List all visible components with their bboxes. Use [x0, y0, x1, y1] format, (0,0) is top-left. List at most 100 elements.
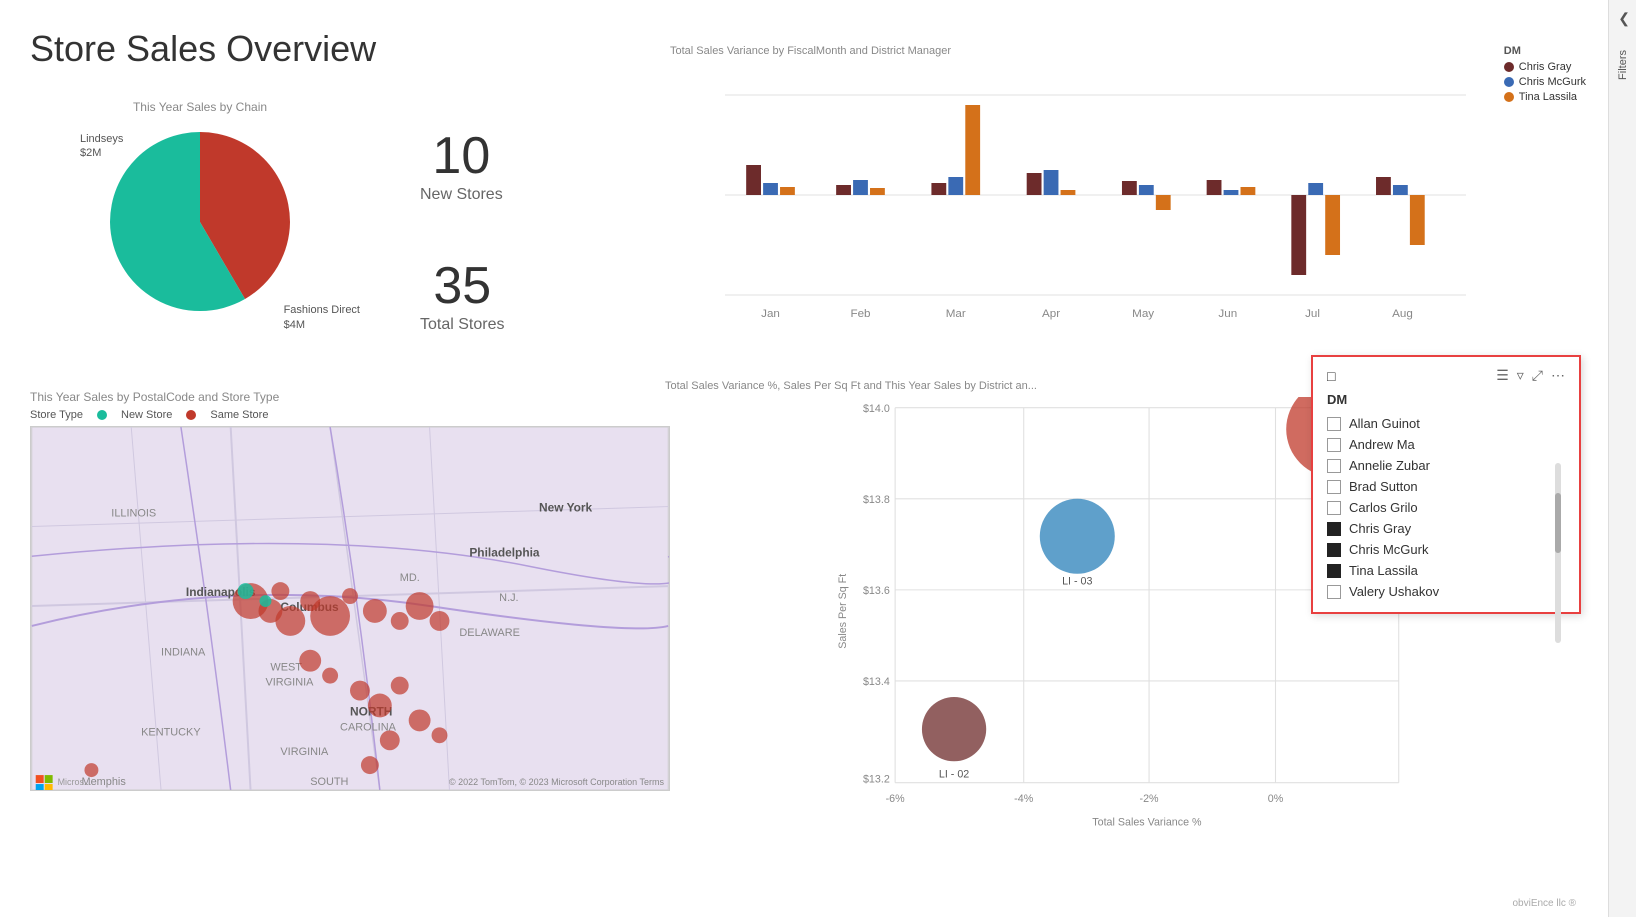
checkbox-chrismcgurk[interactable] [1327, 543, 1341, 557]
svg-text:Total Sales Variance %: Total Sales Variance % [1092, 817, 1202, 829]
svg-text:Jan: Jan [761, 308, 780, 320]
checkbox-valeryushakov[interactable] [1327, 585, 1341, 599]
filter-scrollbar-thumb[interactable] [1555, 493, 1561, 553]
pie-chart[interactable]: Lindseys $2M Fashions Direct $4M [90, 122, 310, 342]
svg-text:ILLINOIS: ILLINOIS [111, 508, 156, 520]
svg-text:Apr: Apr [1042, 308, 1060, 320]
filters-panel: ❮ Filters [1608, 0, 1636, 917]
pie-label-lindseys: Lindseys $2M [80, 132, 123, 161]
svg-text:Feb: Feb [850, 308, 870, 320]
same-store-dot [186, 410, 196, 420]
stores-new-section: 10 New Stores [420, 130, 503, 204]
checkbox-allanguinot[interactable] [1327, 417, 1341, 431]
svg-text:-2%: -2% [1140, 793, 1160, 805]
svg-text:LI - 03: LI - 03 [1062, 576, 1092, 588]
map-section: This Year Sales by PostalCode and Store … [30, 390, 670, 800]
filters-collapse-arrow[interactable]: ❮ [1618, 10, 1630, 27]
filter-popup-list: Allan Guinot Andrew Ma Annelie Zubar Bra… [1327, 413, 1565, 602]
attribution: obviEnce llc ® [1512, 898, 1576, 909]
filter-item-valeryushakov[interactable]: Valery Ushakov [1327, 581, 1565, 602]
svg-text:N.J.: N.J. [499, 592, 518, 604]
filter-scrollbar[interactable] [1555, 463, 1561, 643]
svg-text:-4%: -4% [1014, 793, 1034, 805]
svg-text:VIRGINIA: VIRGINIA [280, 746, 329, 758]
svg-text:$14.0: $14.0 [863, 403, 890, 415]
bar-chart-svg: $0.2M $0.0M ($0.2M) [725, 65, 1466, 325]
filter-label-tinalassila: Tina Lassila [1349, 563, 1418, 578]
filter-item-chrismcgurk[interactable]: Chris McGurk [1327, 539, 1565, 560]
filter-label-valeryushakov: Valery Ushakov [1349, 584, 1439, 599]
filter-popup-actions: ☰ ▿ ⤢ ⋯ [1496, 367, 1565, 384]
svg-text:0%: 0% [1268, 793, 1284, 805]
checkbox-tinalassila[interactable] [1327, 564, 1341, 578]
bar-chart-section: Total Sales Variance by FiscalMonth and … [670, 45, 1586, 355]
filter-more-icon[interactable]: ⋯ [1551, 367, 1565, 384]
same-store-label: Same Store [210, 409, 268, 421]
checkbox-chrisgray[interactable] [1327, 522, 1341, 536]
filter-popup-expand-icon[interactable]: □ [1327, 368, 1335, 384]
svg-text:Sales Per Sq Ft: Sales Per Sq Ft [837, 574, 849, 649]
bar-chart-title: Total Sales Variance by FiscalMonth and … [670, 45, 1586, 57]
new-stores-count: 10 [420, 130, 503, 182]
store-type-label: Store Type [30, 409, 83, 421]
checkbox-anneliezubar[interactable] [1327, 459, 1341, 473]
svg-text:Jul: Jul [1305, 308, 1320, 320]
filter-popup-header: □ ☰ ▿ ⤢ ⋯ [1327, 367, 1565, 384]
map-svg: ILLINOIS Indianapolis INDIANA Columbus W… [31, 427, 669, 790]
filter-item-andrewma[interactable]: Andrew Ma [1327, 434, 1565, 455]
filter-label-chrisgray: Chris Gray [1349, 521, 1411, 536]
bar-chart-area[interactable]: $0.2M $0.0M ($0.2M) [670, 65, 1586, 325]
filter-menu-icon[interactable]: ☰ [1496, 367, 1509, 384]
svg-text:MD.: MD. [400, 572, 420, 584]
filter-label-chrismcgurk: Chris McGurk [1349, 542, 1428, 557]
map-attribution: © 2022 TomTom, © 2023 Microsoft Corporat… [449, 777, 664, 787]
filter-label-allanguinot: Allan Guinot [1349, 416, 1420, 431]
filter-item-tinalassila[interactable]: Tina Lassila [1327, 560, 1565, 581]
filter-popup-title: DM [1327, 392, 1565, 407]
filter-label-andrewma: Andrew Ma [1349, 437, 1415, 452]
svg-text:Philadelphia: Philadelphia [469, 545, 540, 559]
svg-text:Aug: Aug [1392, 308, 1413, 320]
filter-item-bradsutton[interactable]: Brad Sutton [1327, 476, 1565, 497]
svg-text:SOUTH: SOUTH [310, 776, 348, 788]
total-stores-count: 35 [420, 260, 504, 312]
svg-text:Jun: Jun [1218, 308, 1237, 320]
total-stores-label: Total Stores [420, 316, 504, 334]
checkbox-bradsutton[interactable] [1327, 480, 1341, 494]
svg-text:New York: New York [539, 501, 593, 515]
filter-popup: □ ☰ ▿ ⤢ ⋯ DM Allan Guinot Andrew Ma [1311, 355, 1581, 614]
svg-text:Micros...: Micros... [58, 777, 92, 787]
filter-label-carlosgrilo: Carlos Grilo [1349, 500, 1418, 515]
filter-expand-icon[interactable]: ⤢ [1532, 367, 1543, 384]
svg-text:-6%: -6% [886, 793, 906, 805]
svg-text:KENTUCKY: KENTUCKY [141, 726, 201, 738]
filter-item-allanguinot[interactable]: Allan Guinot [1327, 413, 1565, 434]
svg-text:$13.4: $13.4 [863, 676, 890, 688]
filter-label-bradsutton: Brad Sutton [1349, 479, 1418, 494]
pie-svg [100, 122, 300, 322]
filter-item-chrisgray[interactable]: Chris Gray [1327, 518, 1565, 539]
new-stores-label: New Stores [420, 186, 503, 204]
map-title: This Year Sales by PostalCode and Store … [30, 390, 670, 404]
svg-text:$13.2: $13.2 [863, 774, 890, 786]
svg-text:May: May [1132, 308, 1154, 320]
filter-funnel-icon[interactable]: ▿ [1517, 367, 1524, 384]
pie-section: This Year Sales by Chain Lindseys $2M Fa… [30, 100, 370, 342]
svg-text:DELAWARE: DELAWARE [459, 627, 520, 639]
page-title: Store Sales Overview [30, 28, 376, 70]
svg-text:INDIANA: INDIANA [161, 647, 206, 659]
filter-label-anneliezubar: Annelie Zubar [1349, 458, 1430, 473]
filter-item-carlosgrilo[interactable]: Carlos Grilo [1327, 497, 1565, 518]
pie-title: This Year Sales by Chain [30, 100, 370, 114]
filter-item-anneliezubar[interactable]: Annelie Zubar [1327, 455, 1565, 476]
checkbox-andrewma[interactable] [1327, 438, 1341, 452]
svg-text:LI - 02: LI - 02 [939, 768, 969, 780]
svg-text:Mar: Mar [946, 308, 966, 320]
stores-total-section: 35 Total Stores [420, 260, 504, 334]
svg-text:$13.6: $13.6 [863, 585, 890, 597]
map-background[interactable]: ILLINOIS Indianapolis INDIANA Columbus W… [30, 426, 670, 791]
new-store-dot [97, 410, 107, 420]
filters-label[interactable]: Filters [1617, 50, 1629, 80]
checkbox-carlosgrilo[interactable] [1327, 501, 1341, 515]
svg-text:WEST: WEST [270, 662, 302, 674]
